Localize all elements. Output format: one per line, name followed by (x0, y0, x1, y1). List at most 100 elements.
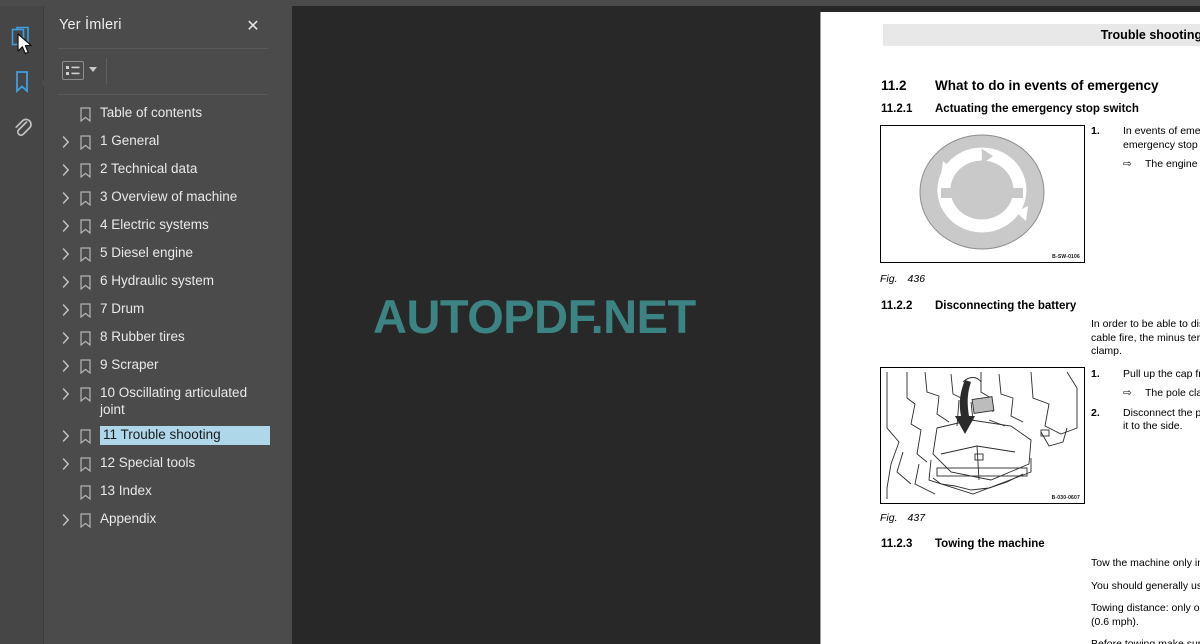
chevron-right-icon[interactable] (56, 510, 76, 530)
step-item: 1. Pull up the cap from the minus pole. (1091, 368, 1200, 382)
running-header: Trouble shooting – What to do in events … (883, 24, 1200, 46)
close-panel-button[interactable]: ✕ (242, 16, 264, 38)
chevron-right-icon[interactable] (56, 160, 76, 180)
paragraph: You should generally use a tow bar. (1091, 579, 1200, 592)
figure-caption-number-437: 437 (907, 512, 926, 524)
bookmarks-icon[interactable] (0, 60, 44, 104)
bookmark-item-icon (76, 188, 94, 208)
emergency-stop-switch-symbol (919, 134, 1045, 250)
bookmark-item[interactable]: 1 General (44, 128, 278, 156)
chevron-right-icon[interactable] (56, 384, 76, 404)
bookmark-item-icon (76, 300, 94, 320)
chevron-right-icon[interactable] (56, 216, 76, 236)
chevron-right-icon[interactable] (56, 300, 76, 320)
bookmark-item[interactable]: 9 Scraper (44, 352, 278, 380)
bookmark-item[interactable]: 2 Technical data (44, 156, 278, 184)
bookmark-item[interactable]: 12 Special tools (44, 450, 278, 478)
subsection-1-text: 1. In events of emergency and in case of… (1091, 125, 1200, 178)
result-arrow-icon: ⇨ (1123, 158, 1132, 170)
bookmark-item-label: 8 Rubber tires (100, 329, 185, 344)
paperclip-glyph (15, 118, 32, 136)
toolbar-divider (58, 94, 268, 95)
bookmarks-panel: Yer İmleri ✕ Table of contents 1 General 2… (44, 6, 278, 644)
bookmarks-panel-header: Yer İmleri ✕ (44, 6, 278, 48)
sidebar-icon-rail (0, 6, 50, 644)
list-options-icon[interactable] (62, 61, 84, 80)
step-item: 1. In events of emergency and in case of… (1091, 125, 1200, 152)
bookmark-item-label: 4 Electric systems (100, 217, 209, 232)
subsection-number-1: 11.2.1 (881, 103, 913, 115)
bookmark-item[interactable]: Appendix (44, 506, 278, 534)
bookmark-item-label: 11 Trouble shooting (99, 425, 271, 446)
panel-collapse-handle[interactable] (278, 6, 566, 644)
figure-caption-436: Fig. 436 (880, 273, 925, 285)
step-number: 2. (1091, 406, 1100, 419)
bookmark-item-label: 6 Hydraulic system (100, 273, 215, 288)
battery-pole-clamp-drawing (886, 371, 1078, 499)
result-item: ⇨ The engine is shut down and the parkin… (1123, 158, 1200, 172)
page-thumbnails-glyph (11, 26, 29, 46)
step-number: 1. (1091, 125, 1100, 137)
subsection-3-text: Tow the machine only in a case of emerge… (1091, 557, 1200, 644)
bookmark-item[interactable]: 7 Drum (44, 296, 278, 324)
bookmark-item[interactable]: 6 Hydraulic system (44, 268, 278, 296)
bookmark-list[interactable]: Table of contents 1 General 2 Technical da… (44, 100, 278, 644)
subsection-title-2: Disconnecting the battery (935, 300, 1077, 312)
section-title: What to do in events of emergency (935, 78, 1159, 93)
bookmark-item-label: 1 General (100, 133, 160, 148)
result-text: The pole clamp comes off the minus pole. (1145, 387, 1200, 399)
step-text: In events of emergency and in case of da… (1123, 125, 1200, 151)
bookmark-item-label: 9 Scraper (100, 357, 159, 372)
bookmark-item[interactable]: Table of contents (44, 100, 278, 128)
bookmark-item-label: 2 Technical data (100, 161, 198, 176)
subsection-number-3: 11.2.3 (881, 538, 913, 550)
subsection-heading-3: 11.2.3 Towing the machine (881, 538, 1045, 550)
chevron-right-icon[interactable] (56, 188, 76, 208)
bookmark-item-icon (76, 244, 94, 264)
subsection-heading-1: 11.2.1 Actuating the emergency stop swit… (881, 103, 1139, 115)
bookmark-item[interactable]: 8 Rubber tires (44, 324, 278, 352)
subsection-heading-2: 11.2.2 Disconnecting the battery (881, 300, 1076, 312)
bookmark-item-icon (76, 160, 94, 180)
chevron-down-icon[interactable] (89, 67, 97, 72)
chevron-right-icon[interactable] (56, 272, 76, 292)
bookmark-item-label: 12 Special tools (100, 455, 196, 470)
figure-caption-prefix-437: Fig. (880, 512, 898, 524)
paragraph: Towing distance: only out of the direct … (1091, 602, 1200, 628)
document-viewer[interactable]: Trouble shooting – What to do in events … (292, 6, 1200, 644)
bookmark-item-icon (76, 454, 94, 474)
figure-436: B-SW-0106 (880, 125, 1085, 263)
bookmark-item-label: 7 Drum (100, 301, 145, 316)
figure-caption-prefix-436: Fig. (880, 273, 898, 285)
bookmark-item[interactable]: 13 Index (44, 478, 278, 506)
subsection-2-text: In order to be able to disconnect the ba… (1091, 318, 1200, 440)
figure-caption-437: Fig. 437 (880, 512, 925, 524)
bookmark-item[interactable]: 10 Oscillating articulated joint (44, 380, 278, 422)
attachments-icon[interactable] (0, 104, 44, 148)
bookmark-item-label: 3 Overview of machine (100, 189, 238, 204)
bookmark-item[interactable]: 3 Overview of machine (44, 184, 278, 212)
bookmark-item-label: 13 Index (100, 483, 152, 498)
subsection-number-2: 11.2.2 (881, 300, 913, 312)
chevron-right-icon[interactable] (56, 328, 76, 348)
bookmark-item[interactable]: 5 Diesel engine (44, 240, 278, 268)
bookmark-item-label: Appendix (100, 511, 157, 526)
chevron-right-icon[interactable] (56, 454, 76, 474)
running-header-text: Trouble shooting – What to do in events … (1100, 28, 1200, 42)
bookmark-item-icon (76, 356, 94, 376)
chevron-right-icon[interactable] (56, 132, 76, 152)
chevron-right-icon[interactable] (56, 356, 76, 376)
bookmarks-toolbar (44, 49, 278, 93)
chevron-right-icon[interactable] (56, 244, 76, 264)
step-text: Disconnect the pole clamp from the minus… (1123, 406, 1200, 433)
figure-437: B-030-0607 (880, 367, 1085, 504)
bookmark-item-icon (76, 132, 94, 152)
toolbar-separator (106, 58, 107, 84)
bookmark-item-icon (76, 384, 94, 404)
bookmark-item[interactable]: 4 Electric systems (44, 212, 278, 240)
intro-paragraph: In order to be able to disconnect the ba… (1091, 318, 1200, 357)
page-thumbnails-icon[interactable] (0, 16, 44, 60)
bookmark-item[interactable]: 11 Trouble shooting (44, 422, 278, 450)
bookmark-item-icon (76, 104, 94, 124)
chevron-right-icon[interactable] (56, 426, 76, 446)
